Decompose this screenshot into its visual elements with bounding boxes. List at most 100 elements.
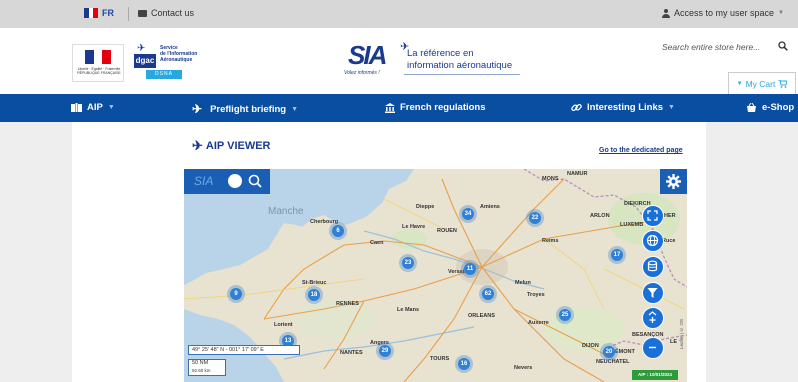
zoom-in-button[interactable] [642,307,664,329]
nav-item-preflight-briefing[interactable]: ✈ Preflight briefing ▼ [192,102,298,116]
plane-icon: ✈ [192,138,203,153]
city-label: Le Havre [402,224,426,230]
scale-km: 92.60 km [192,368,211,373]
layers-icon [647,260,658,272]
airplane-icon: ✈ [192,102,203,116]
aip-map[interactable]: Manche NAMUR MONS DIEKIRCH ARLON LUXEMB … [184,169,687,382]
french-flag-icon [84,8,99,18]
nav-item-e-shop[interactable]: e-Shop [746,102,794,113]
cart-label: My Cart [745,78,776,89]
city-label: Auxerre [528,320,549,326]
city-label: Amiens [480,204,500,210]
city-label: HER [664,213,676,219]
city-label: Dieppe [416,204,435,210]
cluster-marker[interactable]: 62 [479,285,497,303]
globe-icon [646,234,659,247]
cluster-marker[interactable]: 11 [461,260,479,278]
cluster-marker[interactable]: 17 [608,246,626,264]
republique-francaise-logo[interactable]: Liberté · Égalité · Fraternité RÉPUBLIQU… [72,44,124,82]
cluster-marker[interactable]: 16 [455,355,473,373]
site-header: Liberté · Égalité · Fraternité RÉPUBLIQU… [0,28,798,94]
cart-icon [778,79,788,88]
contact-link[interactable]: Contact us [138,8,194,18]
building-icon [385,102,395,113]
city-label: ROUEN [437,228,457,234]
aip-viewer-title: ✈ AIP VIEWER [192,138,271,153]
sia-logo[interactable]: SIA ✈ Volez informés ! La référence en i… [340,36,530,82]
contact-label: Contact us [151,8,195,18]
city-label: NAMUR [567,171,588,177]
city-label: DIJON [582,343,599,349]
scale-nm: 50 NM [192,360,209,366]
nav-item-aip[interactable]: AIP ▼ [71,102,115,113]
divider [128,7,129,21]
globe-button[interactable] [642,230,664,252]
city-label: RENNES [336,301,359,307]
chevron-down-icon: ▼ [291,105,298,113]
zoom-out-icon [649,346,656,349]
nav-item-interesting-links[interactable]: Interesting Links ▼ [571,102,675,113]
chevron-down-icon: ▼ [107,104,115,111]
city-label: Lorient [274,322,293,328]
filter-icon [647,288,658,298]
cluster-marker[interactable]: 25 [556,306,574,324]
tagline-line-1: La référence en [407,48,474,59]
scale-bar: 50 NM 92.60 km [188,359,226,376]
dgac-service-text: Service de l'Information Aéronautique [160,45,198,63]
aip-date-badge: AIP : 10/01/2024 [632,370,678,380]
zoom-out-button[interactable] [642,337,664,359]
sia-toggle-label: SIA [194,174,214,188]
cursor-coordinates: 49° 25' 48" N - 001° 17' 09" E [188,345,300,355]
search-icon[interactable] [778,41,788,51]
tagline-line-2: information aéronautique [407,60,513,71]
cluster-marker[interactable]: 29 [376,342,394,360]
city-label: NANTES [340,350,363,356]
fullscreen-button[interactable] [642,205,664,227]
city-label: TOURS [430,356,450,362]
search-icon[interactable] [248,174,262,188]
chevron-down-icon: ▼ [736,80,743,87]
zoom-in-icon [648,311,657,323]
cluster-marker[interactable]: 23 [399,254,417,272]
city-label: MONS [542,176,559,182]
mail-icon [138,9,147,17]
gear-icon [666,174,681,189]
cluster-marker[interactable]: 6 [329,222,347,240]
dsna-badge: DSNA [146,70,182,79]
language-label: FR [102,8,114,18]
dedicated-page-link[interactable]: Go to the dedicated page [599,147,683,154]
city-label: Caen [370,240,384,246]
marianne-text: Liberté · Égalité · Fraternité RÉPUBLIQU… [77,67,121,75]
settings-button[interactable] [660,169,687,194]
filter-button[interactable] [642,282,664,304]
fullscreen-icon [647,210,658,221]
map-attribution[interactable]: Leaflet | © OS [679,319,684,349]
cluster-marker[interactable]: 9 [227,285,245,303]
dgac-logo[interactable]: ✈ dgac Service de l'Information Aéronaut… [134,42,220,82]
sia-wordmark: SIA [348,40,387,70]
plane-icon: ✈ [137,43,146,54]
cluster-marker[interactable]: 20 [600,343,618,361]
chevron-down-icon: ▼ [778,10,784,16]
cluster-marker[interactable]: 22 [526,209,544,227]
chevron-down-icon: ▼ [668,104,675,111]
layers-button[interactable] [642,256,664,278]
city-label: Le Mans [397,307,420,313]
cluster-marker[interactable]: 18 [305,286,323,304]
map-book-icon [71,102,82,112]
city-label: Ruce [662,238,676,244]
language-selector[interactable]: FR [84,8,114,18]
city-label: Troyes [527,292,545,298]
toggle-knob[interactable] [228,174,242,188]
search-input[interactable]: Search entire store here... [660,40,792,56]
content-area: ✈ AIP VIEWER Go to the dedicated page Ma… [0,122,798,382]
sia-layer-toggle[interactable]: SIA [184,169,270,194]
basket-icon [747,102,756,112]
nav-item-french-regulations[interactable]: French regulations [385,102,486,113]
my-cart-button[interactable]: ▼ My Cart [728,72,796,94]
cluster-marker[interactable]: 34 [459,205,477,223]
user-space-link[interactable]: Access to my user space ▼ [662,8,784,18]
user-space-label: Access to my user space [674,8,775,18]
dgac-wordmark: dgac [134,54,156,68]
main-navigation: AIP ▼ ✈ Preflight briefing ▼ French regu… [0,94,798,122]
